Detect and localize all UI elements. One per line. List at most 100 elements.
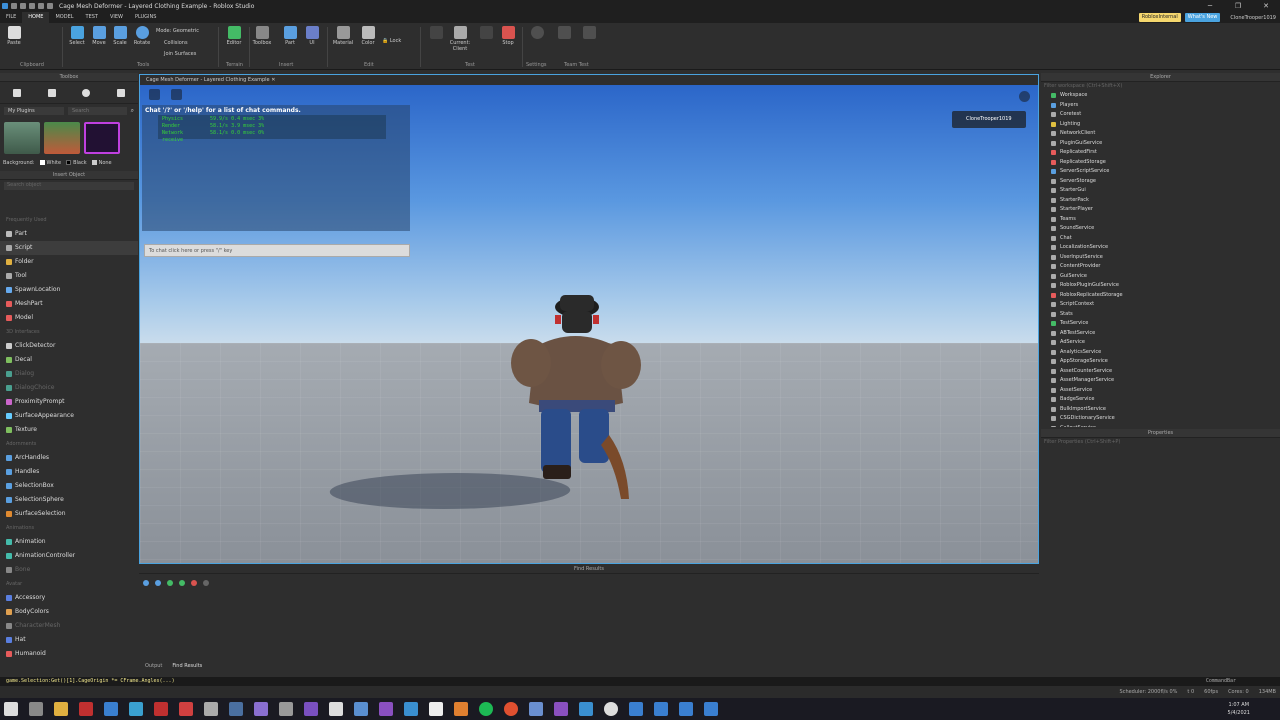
collisions-toggle[interactable]: Collisions — [164, 40, 188, 46]
app-icon[interactable] — [654, 702, 668, 716]
explorer-item[interactable]: PluginGuiService — [1051, 139, 1280, 149]
explorer-item[interactable]: Coretest — [1051, 110, 1280, 120]
explorer-item[interactable]: Lighting — [1051, 120, 1280, 130]
scale-button[interactable]: Scale — [108, 26, 132, 46]
explorer-item[interactable]: ReplicatedStorage — [1051, 158, 1280, 168]
insert-object-item[interactable]: Tool — [0, 269, 138, 283]
insert-object-item[interactable]: Folder — [0, 255, 138, 269]
recent-tab-icon[interactable] — [82, 88, 91, 97]
explorer-item[interactable]: BadgeService — [1051, 395, 1280, 405]
explorer-item[interactable]: ScriptContext — [1051, 300, 1280, 310]
properties-filter-input[interactable]: Filter Properties (Ctrl+Shift+P) — [1041, 438, 1280, 447]
insert-object-item[interactable]: Part — [0, 227, 138, 241]
insert-object-item[interactable]: AnimationController — [0, 549, 138, 563]
explorer-item[interactable]: StarterPlayer — [1051, 205, 1280, 215]
explorer-item[interactable]: AppStorageService — [1051, 357, 1280, 367]
insert-object-item[interactable]: MeshPart — [0, 297, 138, 311]
save-icon[interactable] — [29, 3, 35, 9]
toolbox-search-input[interactable]: Search — [68, 107, 127, 115]
insert-object-item[interactable]: Dialog — [0, 367, 138, 381]
terrain-editor-button[interactable]: Editor — [222, 26, 246, 46]
explorer-item[interactable]: AssetManagerService — [1051, 376, 1280, 386]
plugin-thumbnail[interactable] — [84, 122, 120, 154]
whats-new-badge[interactable]: What's New — [1184, 13, 1221, 22]
material-button[interactable]: Material — [331, 26, 355, 46]
app-icon[interactable] — [629, 702, 643, 716]
stop-search-icon[interactable] — [191, 580, 197, 586]
app-icon[interactable] — [604, 702, 618, 716]
explorer-item[interactable]: SoundService — [1051, 224, 1280, 234]
explorer-item[interactable]: AssetCounterService — [1051, 367, 1280, 377]
tab-output[interactable]: Output — [145, 663, 162, 669]
app-icon[interactable] — [704, 702, 718, 716]
explorer-item[interactable]: Players — [1051, 101, 1280, 111]
explorer-item[interactable]: StarterGui — [1051, 186, 1280, 196]
insert-object-item[interactable]: SurfaceSelection — [0, 507, 138, 521]
insert-object-item[interactable]: Bone — [0, 563, 138, 577]
next-icon[interactable] — [179, 580, 185, 586]
explorer-item[interactable]: AnalyticsService — [1051, 348, 1280, 358]
ui-button[interactable]: UI — [300, 26, 324, 46]
category-dropdown[interactable]: My Plugins — [4, 107, 64, 115]
app-icon[interactable] — [354, 702, 368, 716]
close-icon[interactable]: ✕ — [1252, 0, 1280, 12]
app-icon[interactable] — [154, 702, 168, 716]
insert-object-item[interactable]: ProximityPrompt — [0, 395, 138, 409]
command-bar[interactable]: game.Selection:Get()[1].CageOrigin *= CF… — [0, 677, 1280, 686]
more-options-icon[interactable] — [1019, 91, 1030, 102]
maximize-icon[interactable]: ❐ — [1224, 0, 1252, 12]
insert-object-item[interactable]: SpawnLocation — [0, 283, 138, 297]
explorer-item[interactable]: UserInputService — [1051, 253, 1280, 263]
roblox-menu-icon[interactable] — [149, 89, 160, 100]
steam-icon[interactable] — [229, 702, 243, 716]
roblox-internal-badge[interactable]: RobloxInternal — [1138, 13, 1181, 22]
explorer-item[interactable]: RobloxReplicatedStorage — [1051, 291, 1280, 301]
explorer-item[interactable]: CalloutService — [1051, 424, 1280, 427]
chat-toggle-icon[interactable] — [171, 89, 182, 100]
explorer-item[interactable]: StarterPack — [1051, 196, 1280, 206]
insert-object-item[interactable]: Hat — [0, 633, 138, 647]
part-button[interactable]: Part — [278, 26, 302, 46]
explorer-item[interactable]: ServerScriptService — [1051, 167, 1280, 177]
app-icon[interactable] — [429, 702, 443, 716]
vscode-icon[interactable] — [404, 702, 418, 716]
insert-object-item[interactable]: SurfaceAppearance — [0, 409, 138, 423]
insert-object-item[interactable]: ArcHandles — [0, 451, 138, 465]
app-icon[interactable] — [304, 702, 318, 716]
explorer-item[interactable]: ServerStorage — [1051, 177, 1280, 187]
game-viewport[interactable]: Cage Mesh Deformer - Layered Clothing Ex… — [139, 74, 1039, 564]
find-icon[interactable] — [143, 580, 149, 586]
explorer-item[interactable]: AssetService — [1051, 386, 1280, 396]
app-icon[interactable] — [79, 702, 93, 716]
insert-object-item[interactable]: ClickDetector — [0, 339, 138, 353]
tab-find-results[interactable]: Find Results — [172, 663, 202, 669]
go-icon[interactable] — [167, 580, 173, 586]
app-icon[interactable] — [454, 702, 468, 716]
insert-object-item[interactable]: Decal — [0, 353, 138, 367]
stop-button[interactable]: Stop — [496, 26, 520, 46]
play-button[interactable] — [424, 26, 448, 40]
pause-button[interactable] — [474, 26, 498, 40]
insert-object-item[interactable]: BodyColors — [0, 605, 138, 619]
exit-game-button[interactable] — [577, 26, 601, 40]
menu-file[interactable]: FILE — [0, 12, 22, 23]
current-client-button[interactable]: Current: Client — [447, 26, 473, 52]
close-tab-icon[interactable]: ✕ — [271, 77, 275, 83]
plugin-thumbnail[interactable] — [4, 122, 40, 154]
insert-object-item[interactable]: SelectionSphere — [0, 493, 138, 507]
game-settings-button[interactable] — [525, 26, 549, 40]
menu-test[interactable]: TEST — [80, 12, 104, 23]
explorer-item[interactable]: RobloxPluginGuiService — [1051, 281, 1280, 291]
search-icon[interactable]: ⌕ — [131, 107, 134, 115]
app-icon[interactable] — [504, 702, 518, 716]
menu-model[interactable]: MODEL — [49, 12, 79, 23]
app-icon[interactable] — [179, 702, 193, 716]
explorer-item[interactable]: LocalizationService — [1051, 243, 1280, 253]
plugin-thumbnail[interactable] — [44, 122, 80, 154]
explorer-item[interactable]: ABTestService — [1051, 329, 1280, 339]
explorer-item[interactable]: ReplicatedFirst — [1051, 148, 1280, 158]
app-icon[interactable] — [104, 702, 118, 716]
explorer-item[interactable]: ContentProvider — [1051, 262, 1280, 272]
menu-view[interactable]: VIEW — [104, 12, 129, 23]
user-name[interactable]: CloneTrooper1019 — [1230, 15, 1276, 21]
